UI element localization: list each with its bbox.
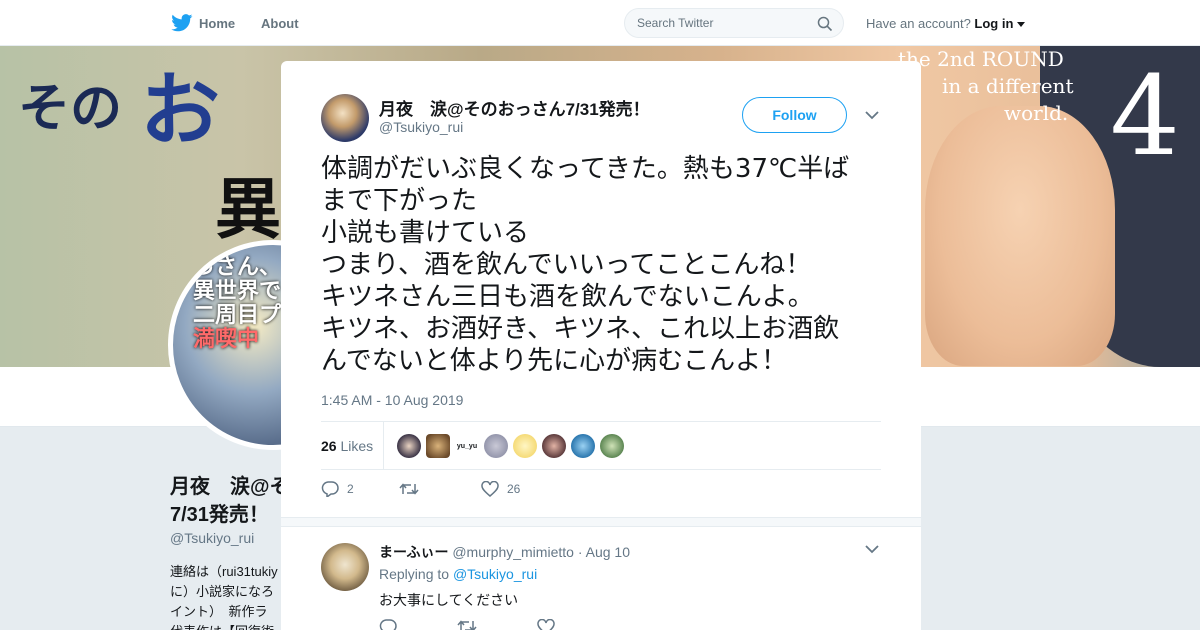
- reply-date[interactable]: Aug 10: [586, 544, 630, 560]
- banner-subtitle-line: in a different: [942, 74, 1074, 98]
- profile-handle: @Tsukiyo_rui: [170, 530, 255, 546]
- replies-separator: [281, 517, 921, 527]
- search-icon[interactable]: [817, 16, 833, 32]
- reply-count: 2: [347, 482, 354, 496]
- tweet-text: 体調がだいぶ良くなってきた。熱も37℃半ば まで下がった 小説も書けている つま…: [321, 153, 886, 377]
- like-action[interactable]: 26: [481, 481, 520, 497]
- login-link[interactable]: Log in: [974, 16, 1013, 31]
- liker-avatar[interactable]: [513, 434, 537, 458]
- retweet-icon[interactable]: [399, 482, 419, 496]
- tweet-timestamp[interactable]: 1:45 AM - 10 Aug 2019: [321, 392, 463, 408]
- replying-to-mention[interactable]: @Tsukiyo_rui: [453, 566, 537, 582]
- banner-subtitle: the 2nd ROUND in a different world.: [898, 46, 1073, 127]
- close-icon[interactable]: [1154, 12, 1178, 36]
- chevron-down-icon[interactable]: [1017, 22, 1026, 28]
- profile-bio-line: イント） 新作ラ: [170, 604, 268, 619]
- profile-bio-line: 連絡は（rui31tukiy: [170, 564, 278, 579]
- login-prompt: Have an account? Log in: [866, 16, 1026, 31]
- have-account-text: Have an account?: [866, 16, 971, 31]
- author-name[interactable]: 月夜 涙@そのおっさん7/31発売！: [379, 95, 650, 120]
- divider: [321, 469, 881, 470]
- nav-about[interactable]: About: [261, 16, 299, 31]
- twitter-bird-icon: [171, 14, 193, 32]
- reply-actions: [379, 619, 555, 630]
- nav-home-label: Home: [199, 15, 236, 31]
- tweet-actions: 2 26: [321, 481, 520, 497]
- reply-icon[interactable]: [379, 619, 397, 630]
- heart-icon[interactable]: [481, 481, 499, 497]
- liker-avatar[interactable]: [484, 434, 508, 458]
- reply-header: まーふぃー @murphy_mimietto · Aug 10: [379, 542, 630, 562]
- tweet-modal: 月夜 涙@そのおっさん7/31発売！ @Tsukiyo_rui Follow 体…: [281, 61, 921, 630]
- tweet-text-line: キツネさん三日も酒を飲んでないこんよ。: [321, 282, 814, 312]
- banner-subtitle-line: the 2nd ROUND: [898, 47, 1064, 71]
- likes-count[interactable]: 26 Likes: [321, 438, 373, 454]
- likes-label: Likes: [340, 438, 374, 454]
- heart-icon[interactable]: [537, 619, 555, 630]
- chevron-down-icon[interactable]: [865, 544, 879, 554]
- banner-title-part-2: お: [140, 63, 220, 157]
- like-count: 26: [507, 482, 521, 496]
- liker-avatar[interactable]: [397, 434, 421, 458]
- tweet-text-line: 小説も書けている: [321, 218, 530, 248]
- reply-author-handle[interactable]: @murphy_mimietto: [452, 544, 574, 560]
- reply-separator: ·: [577, 544, 583, 560]
- reply-icon[interactable]: [321, 481, 339, 497]
- banner-subtitle-line: world.: [1004, 101, 1069, 125]
- replying-to-label: Replying to: [379, 566, 450, 582]
- divider: [321, 421, 881, 422]
- search-input[interactable]: Search Twitter: [624, 8, 844, 38]
- liker-avatar[interactable]: [600, 434, 624, 458]
- tweet-text-line: つまり、酒を飲んでいいってことこんね！: [321, 250, 812, 280]
- profile-bio-line: 代表作は【回復術: [170, 622, 280, 630]
- retweet-icon[interactable]: [457, 619, 477, 630]
- search-placeholder: Search Twitter: [637, 16, 714, 30]
- tweet-text-line: まで下がった: [321, 186, 478, 216]
- liker-avatar[interactable]: [571, 434, 595, 458]
- liker-avatar[interactable]: [542, 434, 566, 458]
- reply-author-name[interactable]: まーふぃー: [379, 544, 448, 560]
- profile-bio-line: に）小説家になろ: [170, 584, 275, 599]
- banner-title-part-3: 異: [215, 170, 281, 248]
- nav-home[interactable]: Home: [171, 14, 235, 32]
- liker-avatar[interactable]: [426, 434, 450, 458]
- profile-name-line: 月夜 涙@そ: [170, 476, 290, 498]
- reply-action[interactable]: 2: [321, 481, 399, 497]
- reply-text: お大事にしてください: [379, 592, 519, 608]
- profile-name-line: 7/31発売！: [170, 504, 269, 526]
- tweet-text-line: んでないと体より先に心が病むこんよ！: [321, 346, 788, 376]
- divider: [383, 422, 384, 469]
- tweet-text-line: 体調がだいぶ良くなってきた。熱も37℃半ば: [321, 154, 850, 184]
- reply-author-avatar[interactable]: [321, 543, 369, 591]
- replying-to: Replying to @Tsukiyo_rui: [379, 566, 537, 582]
- author-avatar[interactable]: [321, 94, 369, 142]
- likers-avatars: yu_yu: [397, 434, 624, 458]
- profile-name: 月夜 涙@そ 7/31発売！: [170, 473, 290, 529]
- liker-avatar[interactable]: yu_yu: [455, 434, 479, 458]
- likes-number: 26: [321, 438, 337, 454]
- banner-title-part-1: その: [18, 78, 123, 139]
- chevron-down-icon[interactable]: [865, 110, 879, 120]
- top-nav: Home About Search Twitter Have an accoun…: [0, 0, 1200, 46]
- banner-art-face: [925, 106, 1115, 366]
- retweet-action[interactable]: [399, 482, 481, 496]
- tweet-text-line: キツネ、お酒好き、キツネ、これ以上お酒飲: [321, 314, 840, 344]
- banner-volume-number: 4: [1110, 52, 1180, 180]
- author-handle[interactable]: @Tsukiyo_rui: [379, 119, 463, 135]
- profile-bio: 連絡は（rui31tukiy に）小説家になろ イント） 新作ラ 代表作は【回復…: [170, 562, 280, 630]
- follow-button[interactable]: Follow: [742, 97, 847, 133]
